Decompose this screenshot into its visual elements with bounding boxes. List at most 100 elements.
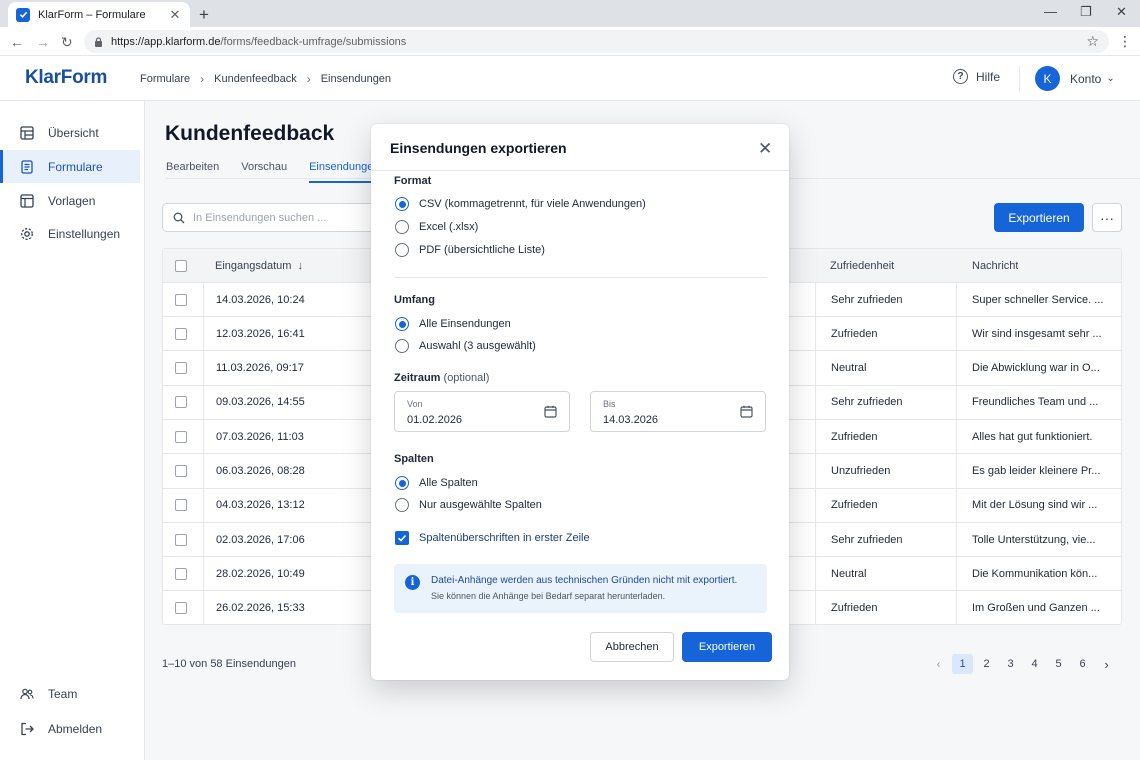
checkbox[interactable] bbox=[175, 602, 187, 615]
checkbox[interactable] bbox=[175, 533, 187, 546]
sidebar-item-label: Abmelden bbox=[48, 721, 103, 736]
search-input[interactable]: In Einsendungen suchen ... bbox=[162, 203, 402, 232]
browser-menu-icon[interactable]: ⋮ bbox=[1118, 33, 1132, 50]
row-select[interactable] bbox=[175, 523, 187, 556]
export-button[interactable]: Exportieren bbox=[994, 203, 1084, 232]
breadcrumb-formulare[interactable]: Formulare bbox=[140, 73, 190, 85]
page-2[interactable]: 2 bbox=[976, 654, 997, 674]
sidebar-item-abmelden[interactable]: Abmelden bbox=[0, 712, 140, 745]
option-label: PDF (übersichtliche Liste) bbox=[419, 244, 545, 256]
dialog-divider bbox=[371, 170, 789, 171]
checkbox[interactable] bbox=[175, 293, 187, 306]
url-bar[interactable]: https://app.klarform.de/forms/feedback-u… bbox=[84, 30, 1109, 53]
app-logo[interactable]: KlarForm bbox=[25, 67, 107, 89]
tab-einsendungen[interactable]: Einsendungen bbox=[309, 161, 380, 183]
cell-date: 28.02.2026, 10:49 bbox=[216, 567, 305, 580]
date-from-value: 01.02.2026 bbox=[407, 414, 463, 426]
sidebar-item-team[interactable]: Team bbox=[0, 677, 140, 710]
checkbox[interactable] bbox=[175, 567, 187, 580]
calendar-icon[interactable] bbox=[544, 405, 557, 418]
checkbox[interactable] bbox=[175, 396, 187, 409]
forward-icon[interactable]: → bbox=[36, 34, 50, 50]
format-option-xlsx[interactable]: Excel (.xlsx) bbox=[395, 220, 478, 234]
scope-option-all[interactable]: Alle Einsendungen bbox=[395, 317, 511, 331]
page-3[interactable]: 3 bbox=[1000, 654, 1021, 674]
radio[interactable] bbox=[395, 220, 409, 234]
calendar-icon[interactable] bbox=[740, 405, 753, 418]
export-dialog: Einsendungen exportieren ✕ Format CSV (k… bbox=[371, 124, 789, 680]
tab-bearbeiten[interactable]: Bearbeiten bbox=[166, 161, 219, 183]
radio-selected[interactable] bbox=[395, 197, 409, 211]
sidebar-item-uebersicht[interactable]: Übersicht bbox=[0, 116, 140, 149]
columns-option-selected[interactable]: Nur ausgewählte Spalten bbox=[395, 498, 542, 512]
cancel-button[interactable]: Abbrechen bbox=[590, 632, 674, 662]
close-icon[interactable]: ✕ bbox=[758, 139, 772, 159]
column-header-satisfaction[interactable]: Zufriedenheit bbox=[830, 249, 894, 282]
header-row-checkbox[interactable]: Spaltenüberschriften in erster Zeile bbox=[395, 531, 590, 545]
row-select[interactable] bbox=[175, 455, 187, 488]
select-all-checkbox[interactable] bbox=[175, 249, 187, 282]
checkbox[interactable] bbox=[175, 362, 187, 375]
radio[interactable] bbox=[395, 243, 409, 257]
row-select[interactable] bbox=[175, 283, 187, 316]
sidebar-item-einstellungen[interactable]: Einstellungen bbox=[0, 217, 140, 250]
account-menu[interactable]: K Konto ⌄ bbox=[1035, 66, 1115, 91]
reload-icon[interactable]: ↻ bbox=[61, 34, 73, 51]
format-option-pdf[interactable]: PDF (übersichtliche Liste) bbox=[395, 243, 545, 257]
date-from-field[interactable]: Von 01.02.2026 bbox=[394, 391, 570, 432]
close-window-icon[interactable]: ✕ bbox=[1116, 4, 1127, 20]
checkbox[interactable] bbox=[175, 259, 187, 272]
row-select[interactable] bbox=[175, 557, 187, 590]
page-1[interactable]: 1 bbox=[952, 654, 973, 674]
radio[interactable] bbox=[395, 339, 409, 353]
date-to-field[interactable]: Bis 14.03.2026 bbox=[590, 391, 766, 432]
browser-tab[interactable]: KlarForm – Formulare ✕ bbox=[8, 2, 190, 27]
new-tab-icon[interactable]: + bbox=[199, 5, 209, 25]
header-date-label: Eingangsdatum bbox=[215, 259, 292, 272]
page-next-icon[interactable]: › bbox=[1096, 654, 1117, 674]
back-icon[interactable]: ← bbox=[10, 34, 24, 50]
radio[interactable] bbox=[395, 498, 409, 512]
page-prev-icon[interactable]: ‹ bbox=[928, 654, 949, 674]
checkbox[interactable] bbox=[175, 465, 187, 477]
dialog-title: Einsendungen exportieren bbox=[390, 140, 567, 156]
checkbox-checked[interactable] bbox=[395, 531, 409, 545]
sidebar-item-vorlagen[interactable]: Vorlagen bbox=[0, 184, 140, 217]
close-tab-icon[interactable]: ✕ bbox=[168, 7, 182, 23]
row-select[interactable] bbox=[175, 489, 187, 522]
cell-satisfaction: Zufrieden bbox=[831, 327, 878, 340]
page-5[interactable]: 5 bbox=[1048, 654, 1069, 674]
confirm-export-button[interactable]: Exportieren bbox=[682, 632, 772, 662]
row-select[interactable] bbox=[175, 352, 187, 385]
cell-message: Im Großen und Ganzen ... bbox=[972, 602, 1100, 615]
tab-vorschau[interactable]: Vorschau bbox=[241, 161, 287, 183]
radio-selected[interactable] bbox=[395, 317, 409, 331]
columns-option-all[interactable]: Alle Spalten bbox=[395, 476, 478, 490]
browser-tab-title: KlarForm – Formulare bbox=[38, 8, 146, 21]
help-button[interactable]: ? Hilfe bbox=[953, 69, 1000, 84]
row-select[interactable] bbox=[175, 592, 187, 624]
checkbox[interactable] bbox=[175, 430, 187, 443]
row-select[interactable] bbox=[175, 420, 187, 453]
maximize-icon[interactable]: ❐ bbox=[1080, 4, 1092, 20]
minimize-icon[interactable]: — bbox=[1044, 4, 1057, 19]
checkbox[interactable] bbox=[175, 499, 187, 512]
row-select[interactable] bbox=[175, 317, 187, 350]
scope-option-selection[interactable]: Auswahl (3 ausgewählt) bbox=[395, 339, 536, 353]
search-icon bbox=[173, 212, 185, 223]
page-6[interactable]: 6 bbox=[1072, 654, 1093, 674]
breadcrumb-kundenfeedback[interactable]: Kundenfeedback bbox=[214, 73, 297, 85]
bookmark-star-icon[interactable]: ☆ bbox=[1086, 33, 1099, 50]
radio-selected[interactable] bbox=[395, 476, 409, 490]
sidebar-item-formulare[interactable]: Formulare bbox=[0, 150, 140, 183]
browser-addressbar: ← → ↻ https://app.klarform.de/forms/feed… bbox=[0, 27, 1140, 56]
more-options-icon[interactable]: ··· bbox=[1092, 203, 1122, 232]
help-icon: ? bbox=[953, 69, 968, 84]
cell-message: Die Kommunikation kön... bbox=[972, 567, 1098, 580]
row-select[interactable] bbox=[175, 386, 187, 419]
checkbox[interactable] bbox=[175, 327, 187, 340]
format-option-csv[interactable]: CSV (kommagetrennt, für viele Anwendunge… bbox=[395, 197, 646, 211]
column-header-date[interactable]: Eingangsdatum ↓ bbox=[215, 249, 303, 282]
column-header-message[interactable]: Nachricht bbox=[972, 249, 1018, 282]
page-4[interactable]: 4 bbox=[1024, 654, 1045, 674]
